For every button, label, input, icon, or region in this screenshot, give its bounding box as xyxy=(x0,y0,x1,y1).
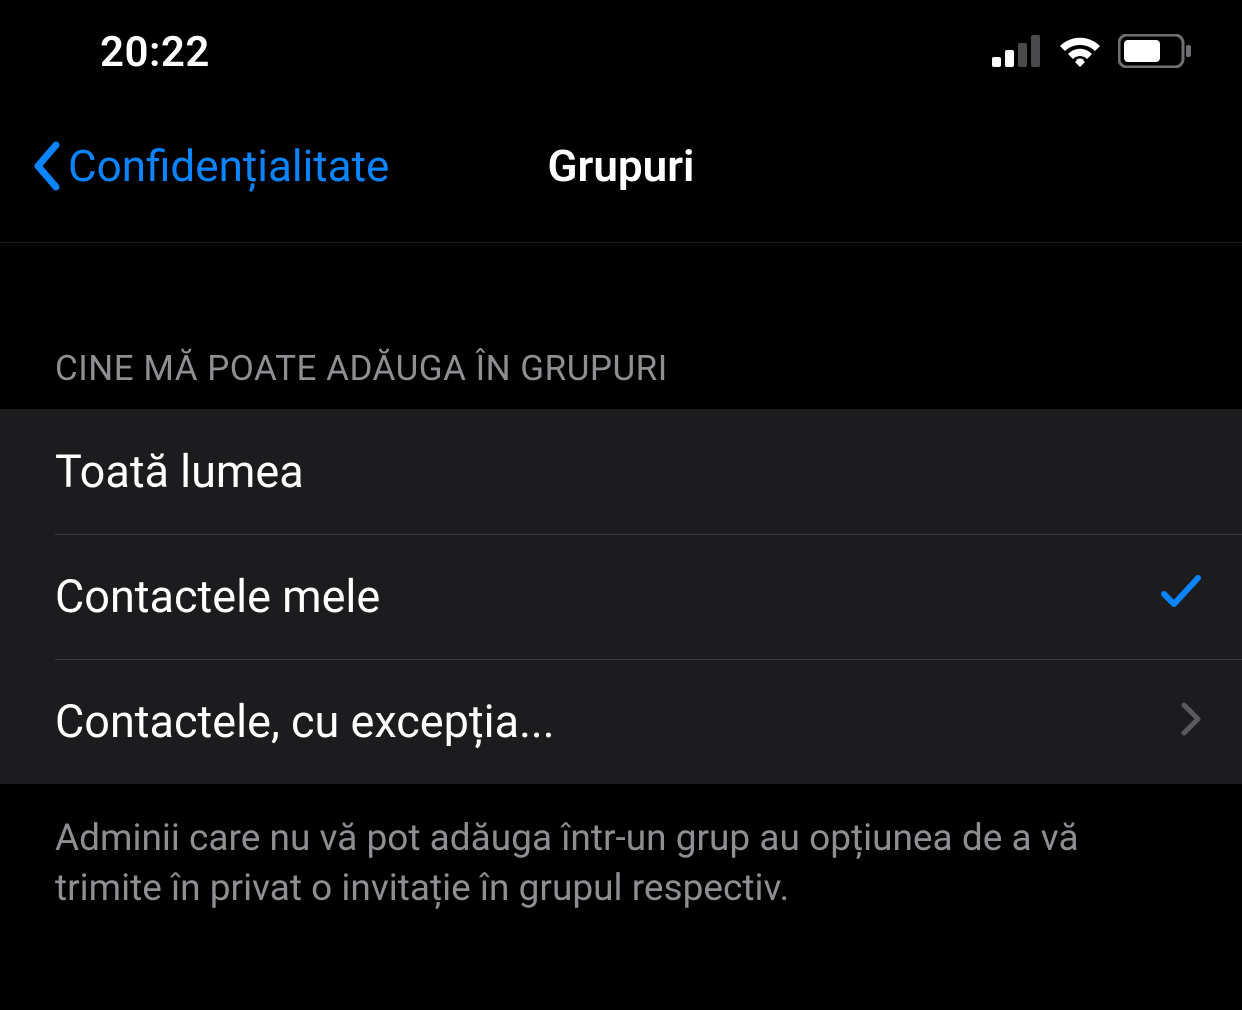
option-label: Toată lumea xyxy=(55,445,304,498)
chevron-left-icon xyxy=(30,141,62,191)
back-label: Confidențialitate xyxy=(68,140,389,192)
navigation-bar: Confidențialitate Grupuri xyxy=(0,100,1242,243)
section-header: CINE MĂ POATE ADĂUGA ÎN GRUPURI xyxy=(0,243,1242,409)
option-my-contacts[interactable]: Contactele mele xyxy=(0,534,1242,659)
wifi-icon xyxy=(1056,34,1104,72)
cellular-signal-icon xyxy=(992,35,1042,71)
status-bar: 20:22 xyxy=(0,0,1242,100)
status-time: 20:22 xyxy=(100,28,210,77)
option-everyone[interactable]: Toată lumea xyxy=(0,409,1242,534)
back-button[interactable]: Confidențialitate xyxy=(30,140,389,192)
option-label: Contactele mele xyxy=(55,570,380,623)
checkmark-icon xyxy=(1160,570,1202,623)
option-contacts-except[interactable]: Contactele, cu excepția... xyxy=(0,659,1242,784)
section-footer: Adminii care nu vă pot adăuga într-un gr… xyxy=(0,784,1242,944)
options-list: Toată lumea Contactele mele Contactele, … xyxy=(0,409,1242,784)
option-label: Contactele, cu excepția... xyxy=(55,695,555,748)
page-title: Grupuri xyxy=(548,140,695,192)
status-icons xyxy=(992,34,1192,72)
chevron-right-icon xyxy=(1180,695,1202,748)
battery-icon xyxy=(1118,34,1192,72)
